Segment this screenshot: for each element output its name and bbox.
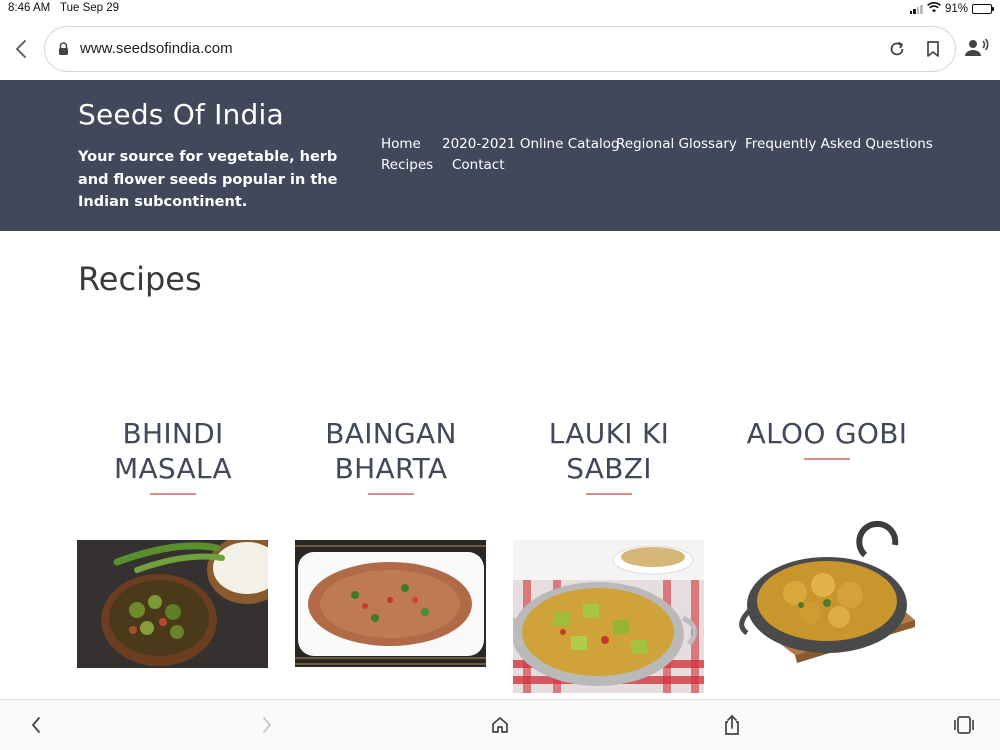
site-header: Seeds Of India Your source for vegetable…	[0, 80, 1000, 231]
url-field[interactable]: www.seedsofindia.com	[44, 26, 956, 72]
recipe-title-aloo-gobi[interactable]: ALOO GOBI	[727, 416, 927, 451]
recipe-image-lauki-ki-sabzi[interactable]	[513, 540, 704, 693]
site-title[interactable]: Seeds Of India	[78, 98, 284, 131]
wifi-icon	[927, 2, 941, 16]
recipe-image-aloo-gobi[interactable]	[735, 515, 915, 680]
nav-contact[interactable]: Contact	[452, 157, 505, 173]
reader-icon[interactable]	[964, 37, 990, 63]
nav-catalog[interactable]: 2020-2021 Online Catalog	[442, 136, 620, 152]
site-tagline: Your source for vegetable, herb and flow…	[78, 149, 338, 210]
recipe-underline	[586, 493, 632, 495]
recipe-title-baingan-bharta[interactable]: BAINGAN BHARTA	[291, 416, 491, 486]
nav-regional-glossary[interactable]: Regional Glossary	[616, 136, 737, 152]
forward-icon	[256, 714, 278, 736]
cellular-signal-icon	[909, 4, 923, 14]
recipe-title-lauki-ki-sabzi[interactable]: LAUKI KI SABZI	[509, 416, 709, 486]
recipe-image-bhindi-masala[interactable]	[77, 540, 268, 668]
url-text: www.seedsofindia.com	[80, 40, 233, 57]
back-icon[interactable]	[25, 714, 47, 736]
status-right: 91%	[909, 2, 994, 16]
recipe-title-bhindi-masala[interactable]: BHINDI MASALA	[73, 416, 273, 486]
nav-home[interactable]: Home	[381, 136, 421, 152]
recipe-image-baingan-bharta[interactable]	[295, 540, 486, 667]
lock-icon	[58, 41, 69, 60]
reload-icon[interactable]	[887, 39, 907, 63]
recipe-underline	[150, 493, 196, 495]
page-title: Recipes	[78, 260, 202, 298]
nav-faq[interactable]: Frequently Asked Questions	[745, 136, 933, 152]
share-icon[interactable]	[721, 714, 743, 736]
bookmark-icon[interactable]	[923, 39, 943, 63]
tabs-icon[interactable]	[953, 714, 975, 736]
recipe-underline	[804, 458, 850, 460]
status-bar: 8:46 AM Tue Sep 29 91%	[0, 0, 1000, 20]
home-icon[interactable]	[489, 714, 511, 736]
bottom-toolbar	[0, 699, 1000, 750]
status-date: Tue Sep 29	[60, 2, 120, 14]
battery-percent: 91%	[944, 3, 968, 15]
battery-icon	[972, 4, 994, 14]
recipe-underline	[368, 493, 414, 495]
browser-bar: www.seedsofindia.com	[0, 20, 1000, 80]
nav-recipes[interactable]: Recipes	[381, 157, 433, 173]
back-icon[interactable]	[8, 36, 34, 62]
status-time: 8:46 AM	[8, 2, 51, 14]
